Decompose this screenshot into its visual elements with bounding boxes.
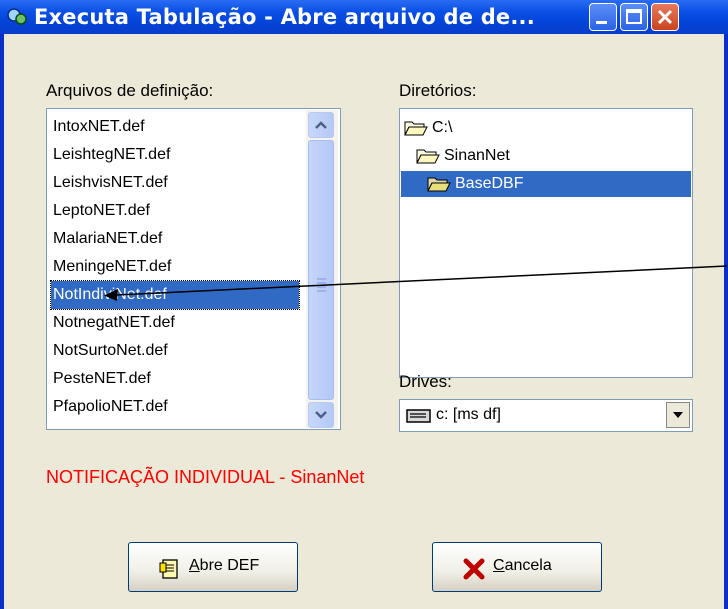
annotation-arrow — [104, 265, 728, 301]
